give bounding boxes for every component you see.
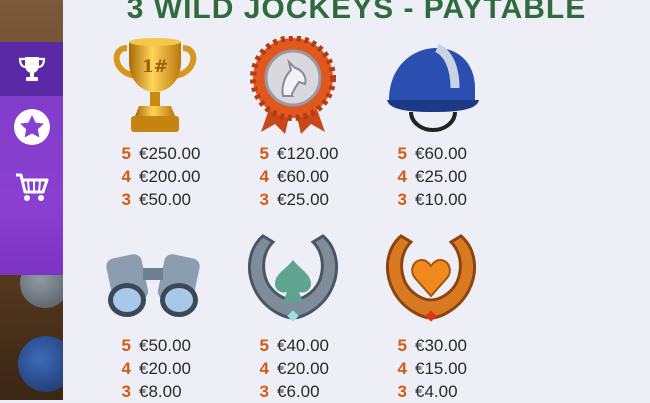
- pay-amount: €250.00: [139, 144, 201, 163]
- paytable-symbol-1: 5 €250.00 4 €200.00 3 €50.00: [105, 142, 215, 211]
- sidebar-menu: [0, 42, 63, 275]
- pay-amount: €40.00: [277, 336, 329, 355]
- pay-row: 4 €20.00: [243, 357, 353, 380]
- page-title: 3 WILD JOCKEYS - PAYTABLE: [126, 0, 587, 25]
- paytable-symbol-5: 5 €40.00 4 €20.00 3 €6.00: [243, 334, 353, 403]
- paytable-symbol-6: 5 €30.00 4 €15.00 3 €4.00: [381, 334, 491, 403]
- pay-amount: €60.00: [415, 144, 467, 163]
- match-count: 5: [121, 144, 131, 163]
- pay-row: 3 €25.00: [243, 188, 353, 211]
- match-count: 4: [397, 167, 407, 186]
- pay-row: 5 €40.00: [243, 334, 353, 357]
- binoculars-icon: [106, 254, 200, 317]
- horse-medal-icon: [250, 36, 336, 134]
- pay-amount: €200.00: [139, 167, 201, 186]
- svg-text:1#: 1#: [142, 57, 168, 77]
- sidebar-item-paytable[interactable]: [0, 42, 63, 96]
- pay-row: 5 €60.00: [381, 142, 491, 165]
- match-count: 4: [259, 167, 269, 186]
- match-count: 5: [397, 144, 407, 163]
- paytable-panel: 3 WILD JOCKEYS - PAYTABLE 1# 5 €250.00 4 €…: [63, 0, 650, 403]
- pay-amount: €120.00: [277, 144, 339, 163]
- sidebar-item-buy[interactable]: [0, 160, 63, 214]
- pay-amount: €10.00: [415, 190, 467, 209]
- match-count: 5: [121, 336, 131, 355]
- match-count: 4: [121, 359, 131, 378]
- paytable-symbol-3: 5 €60.00 4 €25.00 3 €10.00: [381, 142, 491, 211]
- star-icon: [13, 109, 50, 145]
- pay-row: 3 €50.00: [105, 188, 215, 211]
- pay-row: 4 €60.00: [243, 165, 353, 188]
- paytable-symbol-2: 5 €120.00 4 €60.00 3 €25.00: [243, 142, 353, 211]
- pay-row: 4 €15.00: [381, 357, 491, 380]
- match-count: 5: [397, 336, 407, 355]
- match-count: 4: [259, 359, 269, 378]
- pay-amount: €20.00: [139, 359, 191, 378]
- pay-row: 4 €200.00: [105, 165, 215, 188]
- pay-row: 5 €250.00: [105, 142, 215, 165]
- match-count: 3: [259, 190, 269, 209]
- match-count: 3: [121, 190, 131, 209]
- cart-icon: [15, 173, 48, 201]
- pay-row: 3 €10.00: [381, 188, 491, 211]
- trophy-icon: 1#: [113, 38, 197, 132]
- match-count: 5: [259, 144, 269, 163]
- pay-row: 4 €20.00: [105, 357, 215, 380]
- pay-row: 5 €50.00: [105, 334, 215, 357]
- sidebar-item-features[interactable]: [0, 100, 63, 154]
- pay-amount: €20.00: [277, 359, 329, 378]
- match-count: 5: [259, 336, 269, 355]
- pay-row: 4 €25.00: [381, 165, 491, 188]
- pay-amount: €25.00: [415, 167, 467, 186]
- match-count: 3: [397, 190, 407, 209]
- pay-row: 5 €30.00: [381, 334, 491, 357]
- paytable-symbol-4: 5 €50.00 4 €20.00 3 €8.00: [105, 334, 215, 403]
- pay-amount: €50.00: [139, 336, 191, 355]
- pay-amount: €25.00: [277, 190, 329, 209]
- pay-amount: €50.00: [139, 190, 191, 209]
- horseshoe-heart-icon: [385, 234, 477, 322]
- match-count: 4: [121, 167, 131, 186]
- match-count: 4: [397, 359, 407, 378]
- pay-row: 5 €120.00: [243, 142, 353, 165]
- pay-amount: €60.00: [277, 167, 329, 186]
- horseshoe-spade-icon: [247, 234, 339, 322]
- trophy-icon: [18, 57, 45, 81]
- jockey-helmet-icon: [387, 43, 479, 133]
- pay-amount: €30.00: [415, 336, 467, 355]
- pay-amount: €15.00: [415, 359, 467, 378]
